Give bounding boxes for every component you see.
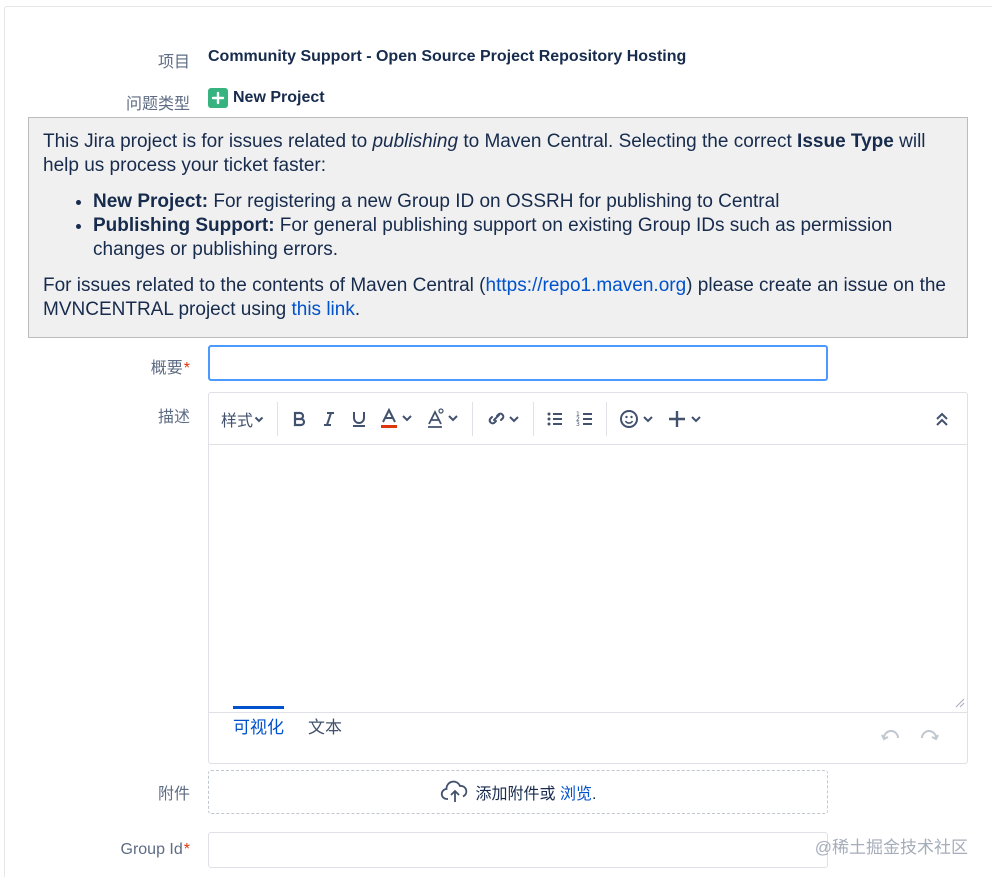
info-list-item: Publishing Support: For general publishi… xyxy=(93,214,953,262)
description-editor[interactable]: 样式 123 可视化 文本 xyxy=(208,392,968,764)
tab-visual[interactable]: 可视化 xyxy=(233,706,284,744)
style-dropdown[interactable]: 样式 xyxy=(215,401,271,437)
editor-mode-tabs: 可视化 文本 xyxy=(233,706,342,744)
info-list: New Project: For registering a new Group… xyxy=(43,190,953,262)
project-info-box: This Jira project is for issues related … xyxy=(28,117,968,338)
project-value: Community Support - Open Source Project … xyxy=(208,48,687,65)
watermark: @稀土掘金技术社区 xyxy=(814,838,968,857)
info-list-item: New Project: For registering a new Group… xyxy=(93,190,953,214)
new-project-icon xyxy=(208,88,228,108)
link-icon[interactable] xyxy=(479,401,527,437)
numbered-list-icon[interactable]: 123 xyxy=(570,401,600,437)
emoji-icon[interactable] xyxy=(613,401,661,437)
tab-text[interactable]: 文本 xyxy=(308,713,342,744)
group-id-label: Group Id* xyxy=(120,841,191,858)
bullet-list-icon[interactable] xyxy=(540,401,570,437)
svg-text:3: 3 xyxy=(576,421,580,428)
issue-type-label: 问题类型 xyxy=(125,96,190,113)
description-label: 描述 xyxy=(157,409,190,426)
editor-toolbar: 样式 123 xyxy=(209,393,967,445)
toolbar-separator xyxy=(606,401,608,436)
attachment-dropzone[interactable]: 添加附件或 浏览. xyxy=(208,770,828,814)
underline-icon[interactable] xyxy=(344,401,374,437)
redo-icon[interactable] xyxy=(919,729,939,743)
cloud-upload-icon xyxy=(440,780,467,802)
summary-label: 概要* xyxy=(150,360,190,377)
summary-input[interactable] xyxy=(208,345,828,381)
attachment-dot: . xyxy=(592,786,597,803)
maven-repo-link[interactable]: https://repo1.maven.org xyxy=(486,275,687,296)
info-intro: This Jira project is for issues related … xyxy=(43,131,926,176)
info-footer: For issues related to the contents of Ma… xyxy=(43,275,947,320)
chevron-down-icon xyxy=(254,416,264,422)
collapse-toolbar-icon[interactable] xyxy=(929,401,955,437)
this-link[interactable]: this link xyxy=(291,299,354,320)
toolbar-separator xyxy=(472,401,474,436)
project-label: 项目 xyxy=(157,54,190,71)
bold-icon[interactable] xyxy=(284,401,314,437)
italic-icon[interactable] xyxy=(314,401,344,437)
toolbar-separator xyxy=(277,401,279,436)
issue-type-value: New Project xyxy=(208,88,325,108)
browse-link[interactable]: 浏览 xyxy=(560,786,592,803)
undo-icon[interactable] xyxy=(881,729,901,743)
issue-type-name: New Project xyxy=(233,89,325,106)
insert-icon[interactable] xyxy=(661,401,709,437)
attachment-label: 附件 xyxy=(157,786,190,803)
style-label: 样式 xyxy=(221,412,254,430)
toolbar-separator xyxy=(533,401,535,436)
group-id-input[interactable] xyxy=(208,832,828,868)
text-effects-icon[interactable] xyxy=(420,401,466,437)
editor-content-area[interactable] xyxy=(209,446,967,712)
resize-handle-icon[interactable] xyxy=(953,695,965,713)
text-color-icon[interactable] xyxy=(374,401,420,437)
undo-redo-group xyxy=(881,729,939,743)
attachment-text: 添加附件或 xyxy=(475,786,560,803)
